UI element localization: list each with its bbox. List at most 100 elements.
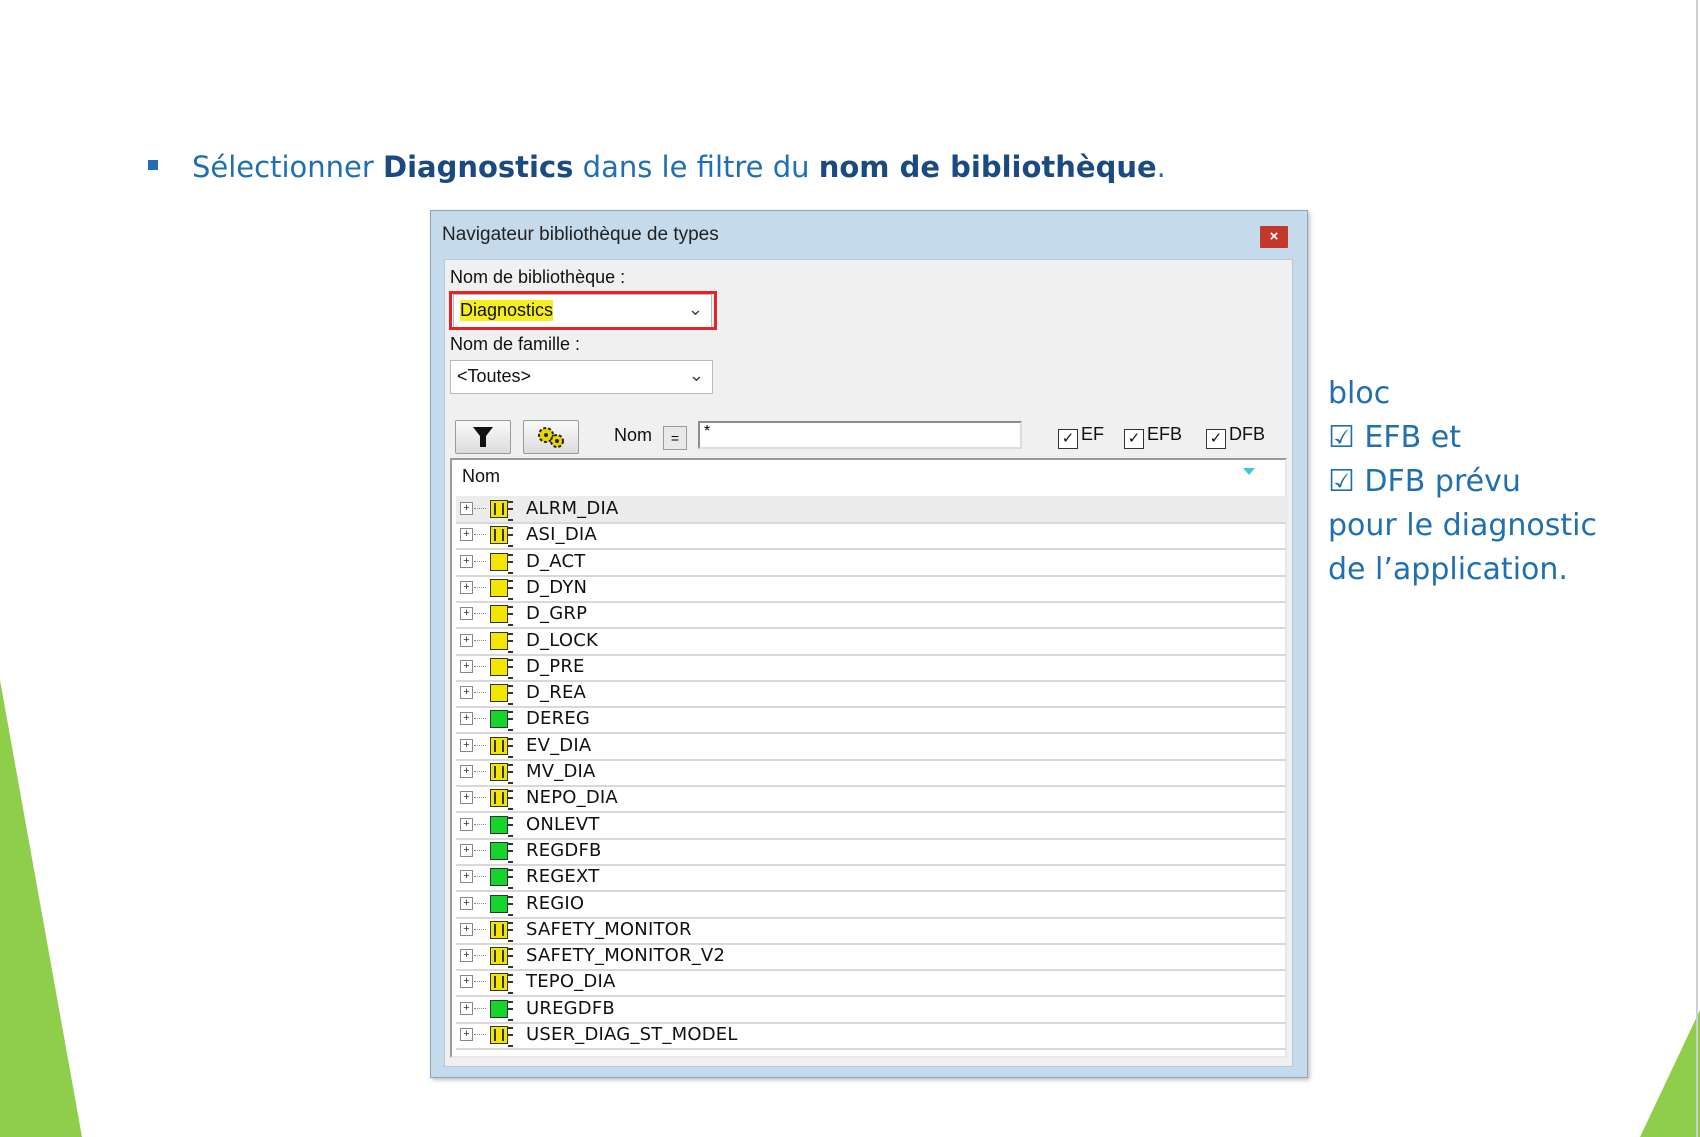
family-name-select[interactable]: <Toutes> ⌄ (450, 360, 713, 394)
expand-icon[interactable]: + (460, 949, 473, 963)
expand-icon[interactable]: + (460, 791, 473, 805)
sort-arrow-icon[interactable] (1243, 468, 1255, 475)
ef-block-icon (490, 947, 508, 966)
funnel-icon (473, 427, 493, 447)
expand-icon[interactable]: + (460, 896, 473, 910)
name-operator-button[interactable]: = (663, 426, 687, 450)
expand-icon[interactable]: + (460, 870, 473, 884)
expand-icon[interactable]: + (460, 633, 473, 647)
list-item-name: SAFETY_MONITOR_V2 (526, 945, 726, 967)
tree-connector (474, 613, 486, 615)
expand-icon[interactable]: + (460, 686, 473, 700)
list-item[interactable]: + ALRM_DIA (456, 496, 1286, 524)
side-note: bloc ☑ EFB et ☑ DFB prévu pour le diagno… (1328, 372, 1597, 592)
expand-icon[interactable]: + (460, 1001, 473, 1015)
settings-button[interactable] (523, 420, 579, 454)
list-item-name: D_REA (526, 682, 587, 704)
list-header[interactable]: Nom (452, 460, 1285, 494)
close-button[interactable]: × (1260, 226, 1288, 248)
side-note-line: bloc (1328, 376, 1391, 411)
list-item[interactable]: + EV_DIA (456, 733, 1286, 761)
list-item[interactable]: + DEREG (456, 706, 1286, 735)
list-item[interactable]: + REGIO (456, 891, 1286, 919)
ef-checkbox-label: EF (1081, 424, 1105, 444)
expand-icon[interactable]: + (460, 712, 473, 726)
column-header-name: Nom (462, 466, 501, 486)
list-item[interactable]: + D_PRE (456, 654, 1286, 682)
list-item[interactable]: + TEPO_DIA (456, 969, 1286, 998)
highlight-box (449, 291, 717, 330)
list-item[interactable]: + D_ACT (456, 549, 1286, 577)
expand-icon[interactable]: + (460, 817, 473, 831)
ef-block-icon (490, 1026, 508, 1044)
ef-block-icon (490, 973, 508, 992)
tree-connector (474, 981, 486, 983)
block-pins-icon (508, 895, 513, 916)
block-pins-icon (508, 921, 513, 942)
expand-icon[interactable]: + (460, 738, 473, 752)
dialog-titlebar[interactable]: Navigateur bibliothèque de types × (431, 211, 1307, 255)
efb-block-icon (490, 710, 508, 729)
dfb-block-icon (490, 605, 508, 624)
list-item[interactable]: + NEPO_DIA (456, 785, 1286, 814)
list-item[interactable]: + USER_DIAG_ST_MODEL (456, 1022, 1286, 1050)
ef-block-icon (490, 763, 508, 781)
dfb-block-icon (490, 578, 508, 597)
list-item[interactable]: + D_DYN (456, 575, 1286, 603)
list-item[interactable]: + SAFETY_MONITOR_V2 (456, 943, 1286, 972)
expand-icon[interactable]: + (460, 502, 473, 515)
list-item-name: D_LOCK (526, 629, 598, 651)
expand-icon[interactable]: + (460, 554, 473, 568)
block-pins-icon (508, 632, 513, 653)
list-item-name: D_ACT (526, 550, 586, 572)
expand-icon[interactable]: + (460, 659, 473, 673)
expand-icon[interactable]: + (460, 607, 473, 621)
list-item[interactable]: + ONLEVT (456, 812, 1286, 840)
side-note-line: ☑ EFB et (1328, 420, 1461, 455)
block-pins-icon (508, 869, 513, 890)
list-item[interactable]: + SAFETY_MONITOR (456, 917, 1286, 945)
chevron-down-icon: ⌄ (688, 365, 704, 385)
expand-icon[interactable]: + (460, 1028, 473, 1041)
list-item[interactable]: + D_LOCK (456, 628, 1286, 656)
block-pins-icon (508, 842, 513, 863)
tree-connector (474, 692, 486, 694)
type-list[interactable]: Nom + ALRM_DIA + ASI_DIA + D_ACT + D_DYN + D_GRP +… (450, 458, 1287, 1058)
expand-icon[interactable]: + (460, 528, 473, 542)
family-name-label: Nom de famille : (450, 334, 581, 354)
dfb-checkbox[interactable]: ✓ DFB (1206, 424, 1265, 449)
list-item-name: NEPO_DIA (526, 787, 618, 809)
expand-icon[interactable]: + (460, 975, 473, 989)
list-item[interactable]: + D_REA (456, 680, 1286, 709)
block-pins-icon (508, 711, 513, 732)
list-item-name: D_PRE (526, 655, 585, 677)
list-item[interactable]: + MV_DIA (456, 759, 1286, 787)
tree-connector (474, 902, 486, 904)
filter-button[interactable] (455, 420, 511, 454)
dfb-block-icon (490, 631, 508, 650)
expand-icon[interactable]: + (460, 922, 473, 936)
list-item-name: MV_DIA (526, 761, 596, 782)
efb-block-icon (490, 894, 508, 913)
ef-checkbox[interactable]: ✓ EF (1058, 424, 1104, 449)
tree-connector (474, 665, 486, 667)
expand-icon[interactable]: + (460, 765, 473, 778)
tree-connector (474, 823, 486, 825)
list-item-name: SAFETY_MONITOR (526, 918, 692, 940)
instruction-text: Sélectionner Diagnostics dans le filtre … (192, 150, 1166, 184)
list-item[interactable]: + ASI_DIA (456, 522, 1286, 551)
efb-checkbox[interactable]: ✓ EFB (1124, 424, 1182, 449)
list-item[interactable]: + D_GRP (456, 601, 1286, 630)
expand-icon[interactable]: + (460, 843, 473, 857)
list-item[interactable]: + REGEXT (456, 864, 1286, 893)
name-filter-input[interactable]: * (698, 421, 1022, 449)
block-pins-icon (508, 790, 513, 811)
expand-icon[interactable]: + (460, 580, 473, 594)
efb-block-icon (490, 841, 508, 860)
list-item-name: TEPO_DIA (526, 971, 616, 993)
list-item[interactable]: + REGDFB (456, 838, 1286, 866)
list-item[interactable]: + UREGDFB (456, 996, 1286, 1024)
block-pins-icon (508, 816, 513, 837)
list-item-name: REGEXT (526, 866, 600, 888)
efb-block-icon (490, 815, 508, 834)
